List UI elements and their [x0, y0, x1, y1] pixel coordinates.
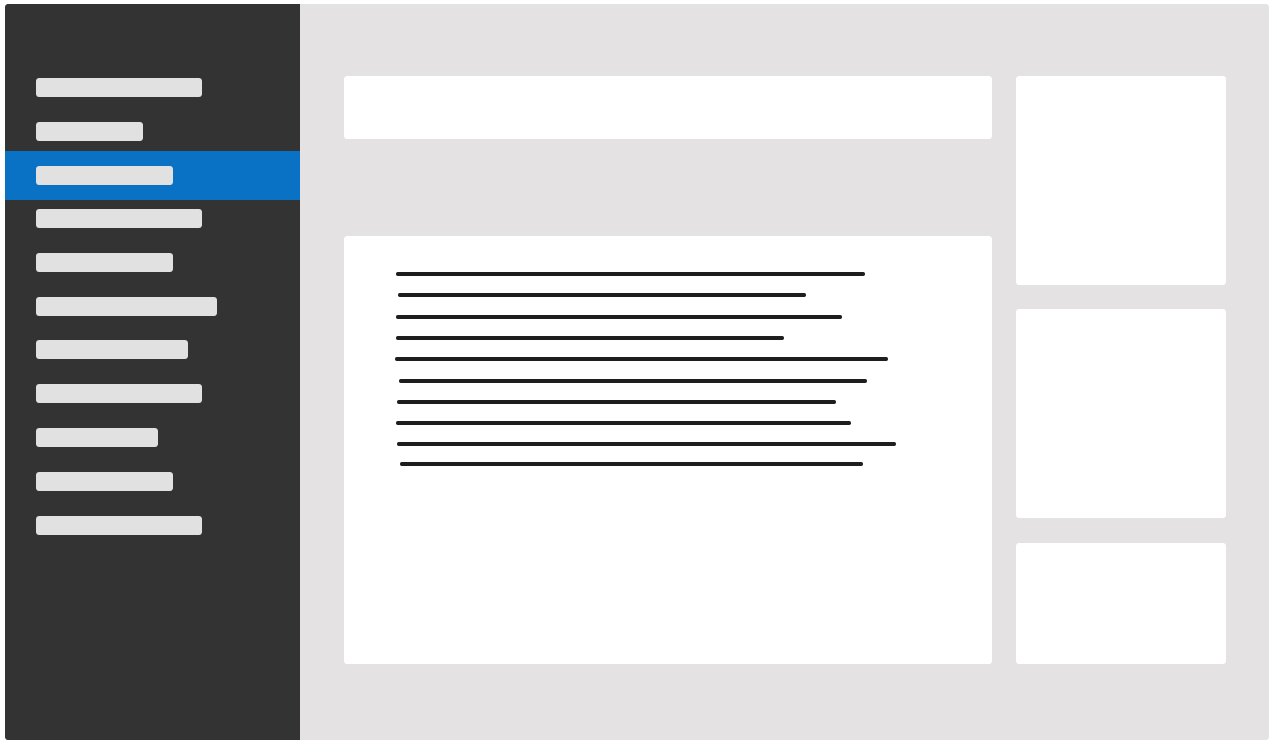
side-widget-1	[1016, 76, 1226, 285]
text-line	[398, 293, 806, 297]
sidebar-item-label-placeholder	[36, 78, 202, 97]
sidebar-item-label-placeholder	[36, 297, 217, 316]
sidebar-item-10[interactable]	[5, 460, 300, 504]
text-line	[396, 272, 865, 276]
sidebar-item-9[interactable]	[5, 416, 300, 460]
text-line	[397, 442, 896, 446]
text-line	[396, 421, 851, 425]
sidebar-item-4[interactable]	[5, 197, 300, 241]
header-bar	[344, 76, 992, 139]
sidebar-item-label-placeholder	[36, 122, 143, 141]
sidebar-item-label-placeholder	[36, 340, 188, 359]
text-line	[395, 357, 888, 361]
sidebar-item-label-placeholder	[36, 472, 173, 491]
sidebar-item-1[interactable]	[5, 66, 300, 110]
sidebar-item-2[interactable]	[5, 110, 300, 154]
text-line	[399, 379, 867, 383]
sidebar-item-6[interactable]	[5, 285, 300, 329]
sidebar-item-label-placeholder	[36, 209, 202, 228]
sidebar-item-label-placeholder	[36, 166, 173, 185]
app-window	[5, 4, 1269, 740]
sidebar-item-5[interactable]	[5, 241, 300, 285]
content-card	[344, 236, 992, 664]
sidebar-item-8[interactable]	[5, 372, 300, 416]
side-widget-2	[1016, 309, 1226, 518]
sidebar-item-3-active[interactable]	[5, 151, 300, 200]
sidebar-item-7[interactable]	[5, 328, 300, 372]
sidebar-item-11[interactable]	[5, 504, 300, 548]
screen	[0, 0, 1277, 752]
side-widget-3	[1016, 543, 1226, 664]
text-line	[397, 400, 836, 404]
text-line	[396, 315, 842, 319]
sidebar-item-label-placeholder	[36, 428, 158, 447]
sidebar	[5, 4, 300, 740]
sidebar-item-label-placeholder	[36, 384, 202, 403]
sidebar-item-label-placeholder	[36, 516, 202, 535]
sidebar-item-label-placeholder	[36, 253, 173, 272]
text-line	[396, 336, 784, 340]
text-line	[400, 462, 863, 466]
